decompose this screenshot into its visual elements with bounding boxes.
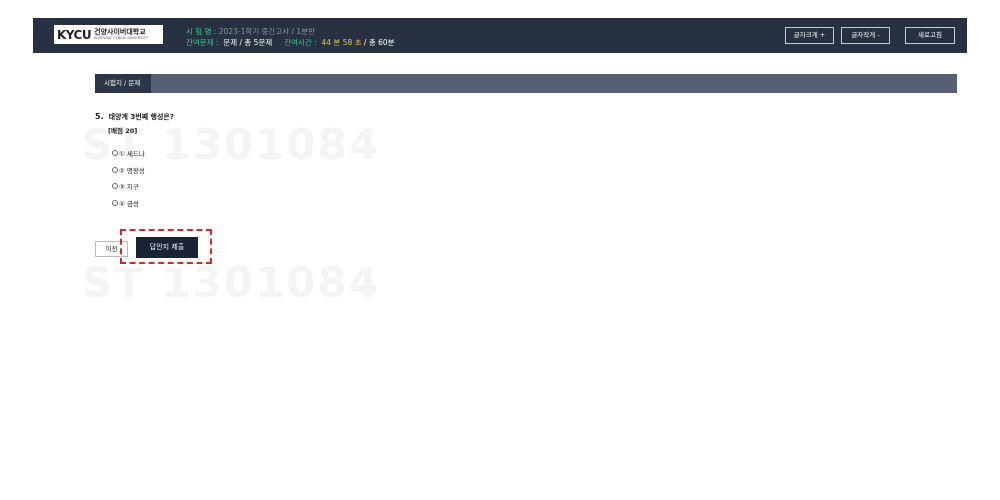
tab-exam-questions[interactable]: 시험지 / 문제 <box>95 74 151 93</box>
answer-options: ① 세드나 ② 명왕성 ③ 지구 ④ 금성 <box>112 145 174 211</box>
logo-name-en: KONYANG CYBER UNIVERSITY <box>94 35 149 40</box>
remaining-questions-value: 문제 / 총 5문제 <box>223 38 273 47</box>
remaining-questions-label: 잔여문제 : <box>186 38 219 47</box>
header-buttons: 글자크게 + 글자작게 - 새로고침 <box>785 27 955 44</box>
option-label: ③ 지구 <box>119 183 139 192</box>
radio-button[interactable] <box>112 183 118 190</box>
exam-name-label: 시 험 명 : <box>186 27 217 36</box>
question-title: 5. 태양계 3번째 행성은? <box>95 112 174 122</box>
logo-name-ko: 건양사이버대학교 <box>94 27 146 36</box>
exam-info: 시 험 명 : 2023-1학기 중간고사 / 1분반 잔여문제 : 문제 / … <box>186 26 395 48</box>
option-label: ④ 금성 <box>119 199 139 208</box>
exam-name-value: 2023-1학기 중간고사 / 1분반 <box>218 27 315 36</box>
radio-button[interactable] <box>112 166 118 173</box>
watermark: ST 1301084 <box>82 258 381 307</box>
question-number: 5. <box>95 112 104 121</box>
submit-answers-button[interactable]: 답안지 제출 <box>136 237 198 258</box>
option-label: ② 명왕성 <box>119 166 145 175</box>
university-logo: KYCU 건양사이버대학교 KONYANG CYBER UNIVERSITY <box>54 25 163 44</box>
refresh-button[interactable]: 새로고침 <box>905 27 955 44</box>
tab-bar: 시험지 / 문제 <box>95 74 957 93</box>
radio-button[interactable] <box>112 150 118 157</box>
font-size-down-button[interactable]: 글자작게 - <box>841 27 890 44</box>
remaining-time-label: 잔여시간 : <box>284 38 317 47</box>
total-time: / 총 60분 <box>363 38 395 47</box>
answer-option[interactable]: ④ 금성 <box>112 195 174 212</box>
question-text: 태양계 3번째 행성은? <box>108 113 174 121</box>
answer-option[interactable]: ② 명왕성 <box>112 162 174 179</box>
answer-option[interactable]: ③ 지구 <box>112 178 174 195</box>
answer-option[interactable]: ① 세드나 <box>112 145 174 162</box>
option-label: ① 세드나 <box>119 150 145 159</box>
question-block: 5. 태양계 3번째 행성은? [배점 20] ① 세드나 ② 명왕성 ③ 지구… <box>95 112 174 211</box>
exam-header: KYCU 건양사이버대학교 KONYANG CYBER UNIVERSITY 시… <box>33 18 967 53</box>
question-score: [배점 20] <box>108 127 138 135</box>
radio-button[interactable] <box>112 199 118 206</box>
remaining-time-value: 44 분 58 초 <box>321 38 362 47</box>
font-size-up-button[interactable]: 글자크게 + <box>785 27 834 44</box>
logo-mark: KYCU <box>57 27 92 42</box>
